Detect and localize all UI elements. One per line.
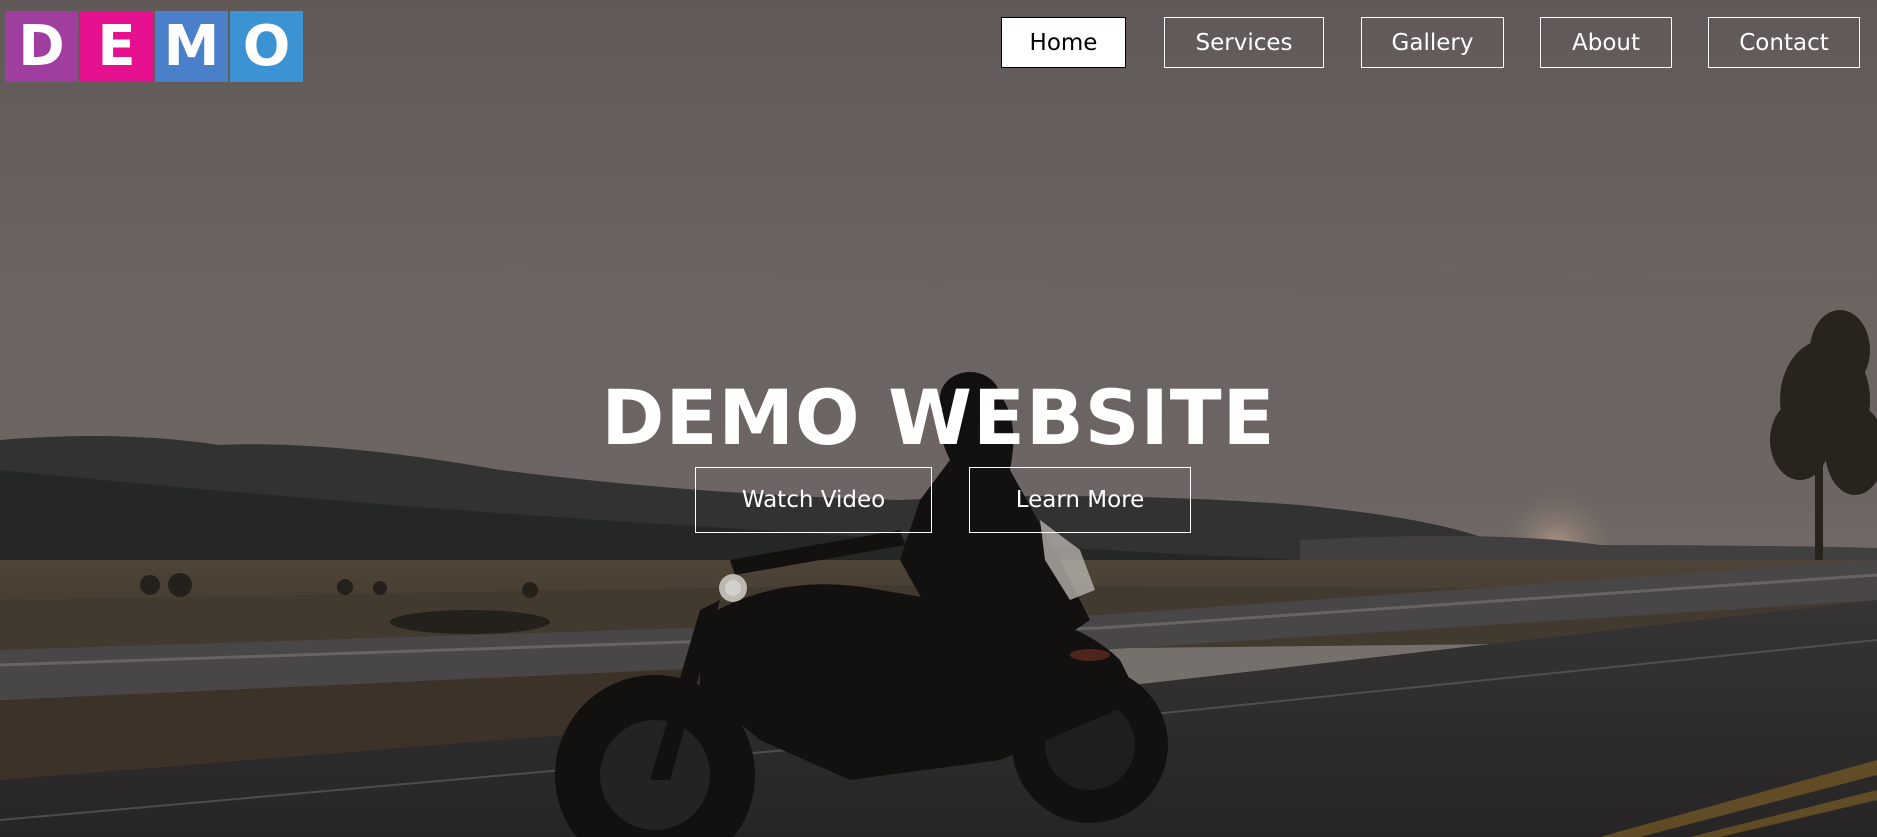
logo-letter-d: D — [5, 11, 78, 82]
logo-letter-o: O — [230, 11, 303, 82]
demo-logo[interactable]: D E M O — [5, 11, 303, 82]
nav-about[interactable]: About — [1540, 17, 1672, 68]
nav-services[interactable]: Services — [1164, 17, 1324, 68]
page: D E M O Home Services Gallery About Cont… — [0, 0, 1877, 837]
nav-home[interactable]: Home — [1001, 17, 1126, 68]
hero-title: DEMO WEBSITE — [601, 373, 1276, 462]
logo-letter-e: E — [80, 11, 153, 82]
nav-contact[interactable]: Contact — [1708, 17, 1860, 68]
watch-video-button[interactable]: Watch Video — [695, 467, 932, 533]
nav-gallery[interactable]: Gallery — [1361, 17, 1504, 68]
logo-letter-m: M — [155, 11, 228, 82]
learn-more-button[interactable]: Learn More — [969, 467, 1191, 533]
